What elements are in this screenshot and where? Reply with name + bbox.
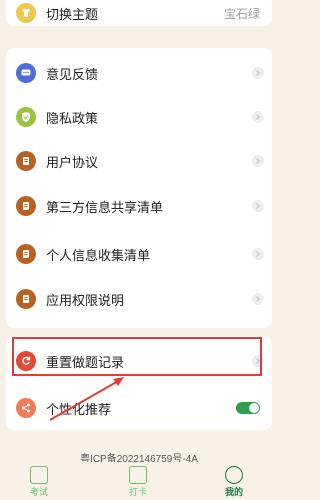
- tab-checkin[interactable]: 打卡: [118, 466, 158, 498]
- tab-mine-label: 我的: [224, 487, 243, 497]
- checkbox-icon: [129, 466, 147, 484]
- list-icon: [30, 466, 48, 484]
- bottom-tab-bar: 考试 打卡 我的: [0, 462, 278, 500]
- annotation-arrow: [49, 377, 124, 421]
- tab-checkin-label: 打卡: [128, 487, 147, 497]
- tab-exam-label: 考试: [29, 487, 48, 497]
- tab-exam[interactable]: 考试: [19, 466, 59, 498]
- profile-icon: [225, 466, 243, 484]
- tab-mine[interactable]: 我的: [214, 466, 254, 498]
